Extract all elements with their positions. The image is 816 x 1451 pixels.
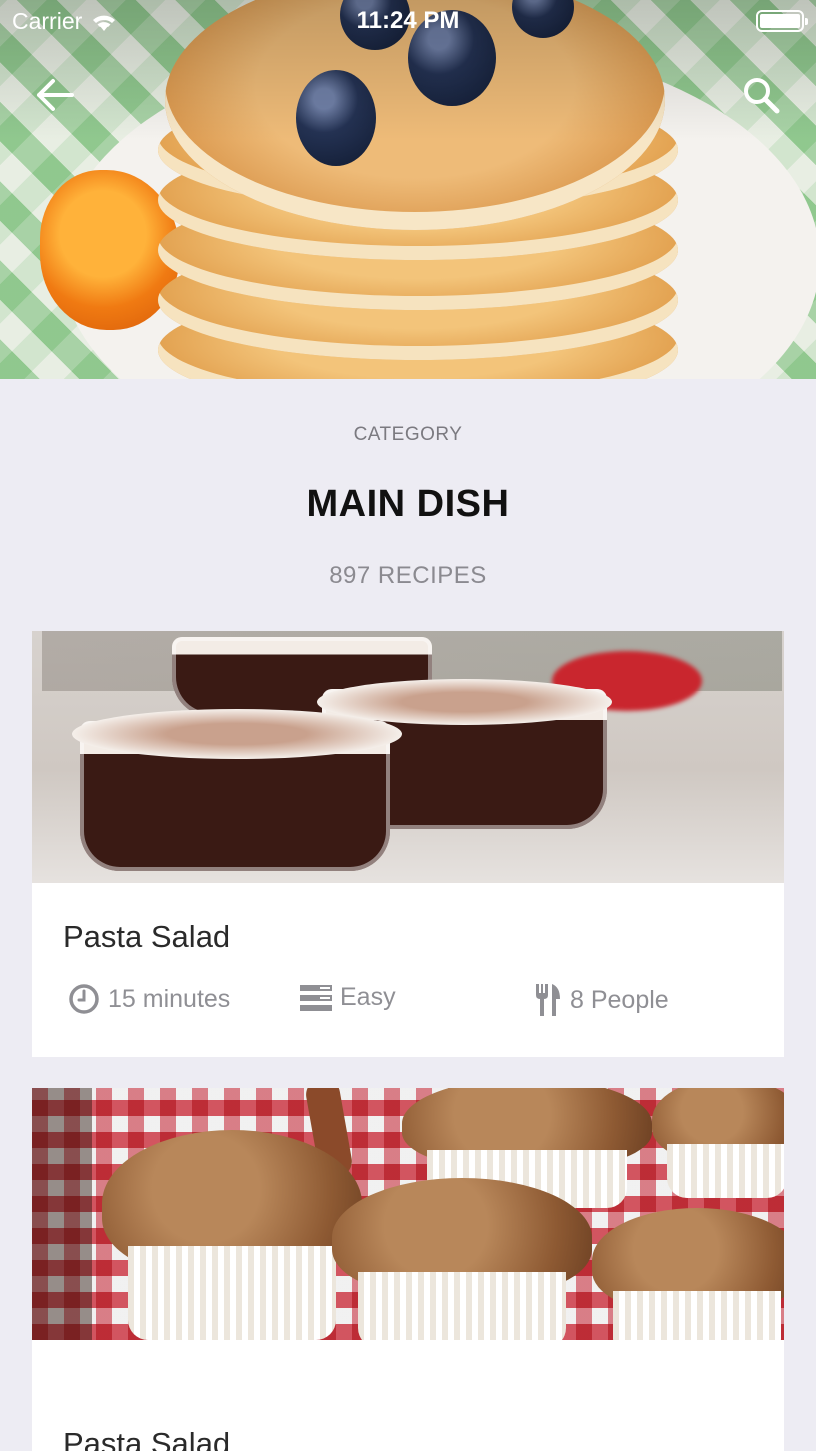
back-button[interactable]: [32, 72, 78, 118]
recipe-meta: 15 minutes Easy 8 People: [68, 983, 768, 1023]
utensils-icon: [536, 984, 560, 1016]
recipe-card[interactable]: Pasta Salad 15 minutes Easy 8 People: [32, 631, 784, 1057]
recipe-difficulty-label: Easy: [340, 983, 396, 1011]
recipe-image: [32, 631, 784, 883]
recipe-card[interactable]: Pasta Salad: [32, 1088, 784, 1451]
hero-image: [0, 0, 816, 379]
recipe-servings: 8 People: [534, 983, 669, 1017]
recipe-name: Pasta Salad: [63, 919, 231, 954]
clock-icon: [69, 984, 99, 1014]
arrow-left-icon: [37, 79, 74, 111]
status-bar: Carrier 11:24 PM: [0, 0, 816, 40]
recipe-image: [32, 1088, 784, 1340]
search-icon: [744, 78, 780, 114]
layers-icon: [300, 984, 332, 1011]
recipe-name: Pasta Salad: [63, 1426, 231, 1451]
category-label: CATEGORY: [353, 424, 463, 445]
battery-icon: [756, 10, 808, 32]
search-button[interactable]: [738, 72, 784, 118]
recipe-servings-label: 8 People: [570, 985, 669, 1014]
recipe-time-label: 15 minutes: [108, 984, 231, 1013]
status-time: 11:24 PM: [356, 7, 460, 34]
page-title: MAIN DISH: [306, 483, 510, 525]
recipe-count: 897 RECIPES: [329, 562, 487, 589]
recipe-difficulty: Easy: [300, 983, 396, 1012]
recipe-time: 15 minutes: [68, 983, 230, 1015]
